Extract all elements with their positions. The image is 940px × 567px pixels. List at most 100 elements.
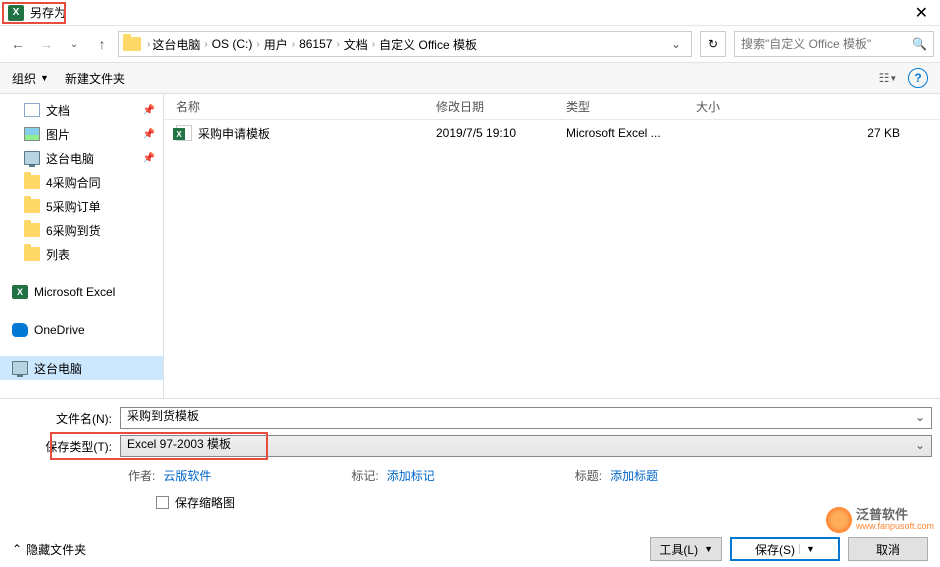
pin-icon: 📌 <box>143 105 155 116</box>
forward-icon[interactable]: → <box>34 32 58 56</box>
breadcrumb-item[interactable]: 用户 <box>264 36 288 53</box>
filename-input[interactable] <box>120 407 932 429</box>
view-options-icon[interactable]: ☷ ▼ <box>876 68 900 88</box>
sidebar-item[interactable]: 图片 📌 <box>0 122 163 146</box>
main-area: 文档 📌 图片 📌 这台电脑 📌 4采购合同 5采购订单 6采购到货列表 XMicrosoft E… <box>0 94 940 398</box>
column-size[interactable]: 大小 <box>684 98 940 115</box>
watermark-cn: 泛普软件 <box>856 508 934 522</box>
sidebar-item-label: 列表 <box>46 246 70 263</box>
column-headers: 名称 修改日期 类型 大小 <box>164 94 940 120</box>
author-value[interactable]: 云版软件 <box>163 467 211 484</box>
column-type[interactable]: 类型 <box>554 98 684 115</box>
sidebar-item-label: 4采购合同 <box>46 174 101 191</box>
thumbnail-checkbox[interactable] <box>156 496 169 509</box>
file-row[interactable]: 采购申请模板 2019/7/5 19:10Microsoft Excel ...2… <box>164 120 940 146</box>
sidebar-item[interactable]: 4采购合同 <box>0 170 163 194</box>
breadcrumb-item[interactable]: 文档 <box>344 36 368 53</box>
excel-file-icon <box>176 125 192 141</box>
chevron-right-icon[interactable]: › <box>290 39 297 50</box>
address-bar[interactable]: › 这台电脑› OS (C:)› 用户› 86157› 文档› 自定义 Offi… <box>118 31 692 57</box>
back-icon[interactable]: ← <box>6 32 30 56</box>
sidebar-item[interactable]: 6采购到货 <box>0 218 163 242</box>
title-meta-value[interactable]: 添加标题 <box>610 467 658 484</box>
author-label: 作者: <box>128 467 155 484</box>
watermark: 泛普软件 www.fanpusoft.com <box>826 507 934 533</box>
organize-button[interactable]: 组织 ▼ <box>12 70 49 87</box>
save-form: 文件名(N): 保存类型(T): 作者: 云版软件 标记: 添加标记 标题: 添加标题… <box>0 398 940 531</box>
breadcrumb: 这台电脑› OS (C:)› 用户› 86157› 文档› 自定义 Office… <box>152 36 477 53</box>
recent-dropdown-icon[interactable]: ⌄ <box>62 32 86 56</box>
file-list: 名称 修改日期 类型 大小 采购申请模板 2019/7/5 19:10Micros… <box>164 94 940 398</box>
watermark-en: www.fanpusoft.com <box>856 522 934 532</box>
filetype-select[interactable] <box>120 435 932 457</box>
filetype-label: 保存类型(T): <box>8 438 120 455</box>
thumbnail-row: 保存缩略图 <box>8 494 932 511</box>
file-name: 采购申请模板 <box>198 125 270 142</box>
search-icon[interactable]: 🔍 <box>912 37 927 51</box>
breadcrumb-item[interactable]: 自定义 Office 模板 <box>379 36 477 53</box>
column-name[interactable]: 名称 <box>164 98 424 115</box>
navigation-bar: ← → ⌄ ↑ › 这台电脑› OS (C:)› 用户› 86157› 文档› … <box>0 26 940 62</box>
window-title: 另存为 <box>30 4 66 21</box>
column-date[interactable]: 修改日期 <box>424 98 554 115</box>
sidebar[interactable]: 文档 📌 图片 📌 这台电脑 📌 4采购合同 5采购订单 6采购到货列表 XMicrosoft E… <box>0 94 164 398</box>
chevron-right-icon[interactable]: › <box>254 39 261 50</box>
sidebar-item-label: 图片 <box>46 126 70 143</box>
filename-field[interactable] <box>127 408 909 422</box>
sidebar-item-label: 6采购到货 <box>46 222 101 239</box>
refresh-icon[interactable]: ↻ <box>700 31 726 57</box>
excel-app-icon: X <box>8 5 24 21</box>
sidebar-item[interactable]: 这台电脑 <box>0 356 163 380</box>
sidebar-item[interactable]: XMicrosoft Excel <box>0 280 163 304</box>
search-field[interactable] <box>741 37 912 51</box>
sidebar-item[interactable]: OneDrive <box>0 318 163 342</box>
close-icon[interactable]: ✕ <box>911 3 932 23</box>
toolbar: 组织 ▼ 新建文件夹 ☷ ▼ ? <box>0 62 940 94</box>
tag-value[interactable]: 添加标记 <box>387 467 435 484</box>
chevron-right-icon[interactable]: › <box>202 39 209 50</box>
sidebar-item-label: Microsoft Excel <box>34 285 115 299</box>
file-size: 27 KB <box>684 126 940 140</box>
sidebar-item-label: 文档 <box>46 102 70 119</box>
breadcrumb-item[interactable]: OS (C:) <box>212 37 253 51</box>
sidebar-item-label: 这台电脑 <box>46 150 94 167</box>
chevron-right-icon[interactable]: › <box>370 39 377 50</box>
sidebar-item-label: OneDrive <box>34 323 85 337</box>
titlebar: X 另存为 ✕ <box>0 0 940 26</box>
breadcrumb-item[interactable]: 86157 <box>299 37 332 51</box>
file-type: Microsoft Excel ... <box>554 126 684 140</box>
thumbnail-label[interactable]: 保存缩略图 <box>175 494 235 511</box>
sidebar-item-label: 这台电脑 <box>34 360 82 377</box>
sidebar-item[interactable]: 列表 <box>0 242 163 266</box>
tag-label: 标记: <box>351 467 378 484</box>
chevron-down-icon: ▼ <box>40 73 49 83</box>
search-input[interactable]: 🔍 <box>734 31 934 57</box>
watermark-logo-icon <box>826 507 852 533</box>
sidebar-item[interactable]: 5采购订单 <box>0 194 163 218</box>
pin-icon: 📌 <box>143 129 155 140</box>
save-button[interactable]: 保存(S)▼ <box>730 537 840 561</box>
sidebar-item[interactable]: 这台电脑 📌 <box>0 146 163 170</box>
filetype-field[interactable] <box>127 436 909 450</box>
title-meta-label: 标题: <box>575 467 602 484</box>
filename-label: 文件名(N): <box>8 410 120 427</box>
pin-icon: 📌 <box>143 153 155 164</box>
sidebar-item-label: 5采购订单 <box>46 198 101 215</box>
chevron-down-icon: ▼ <box>704 544 713 554</box>
chevron-up-icon: ⌃ <box>12 542 22 556</box>
chevron-down-icon: ▼ <box>799 544 815 554</box>
sidebar-item[interactable]: 文档 📌 <box>0 98 163 122</box>
file-date: 2019/7/5 19:10 <box>424 126 554 140</box>
chevron-right-icon[interactable]: › <box>334 39 341 50</box>
up-icon[interactable]: ↑ <box>90 32 114 56</box>
chevron-right-icon[interactable]: › <box>145 39 152 50</box>
hide-folders-button[interactable]: ⌃ 隐藏文件夹 <box>12 541 86 558</box>
cancel-button[interactable]: 取消 <box>848 537 928 561</box>
help-icon[interactable]: ? <box>908 68 928 88</box>
breadcrumb-item[interactable]: 这台电脑 <box>152 36 200 53</box>
folder-icon <box>123 37 141 51</box>
new-folder-button[interactable]: 新建文件夹 <box>65 70 125 87</box>
chevron-down-icon[interactable]: ⌄ <box>665 37 687 51</box>
tools-button[interactable]: 工具(L)▼ <box>650 537 722 561</box>
bottom-bar: ⌃ 隐藏文件夹 工具(L)▼ 保存(S)▼ 取消 <box>0 531 940 567</box>
